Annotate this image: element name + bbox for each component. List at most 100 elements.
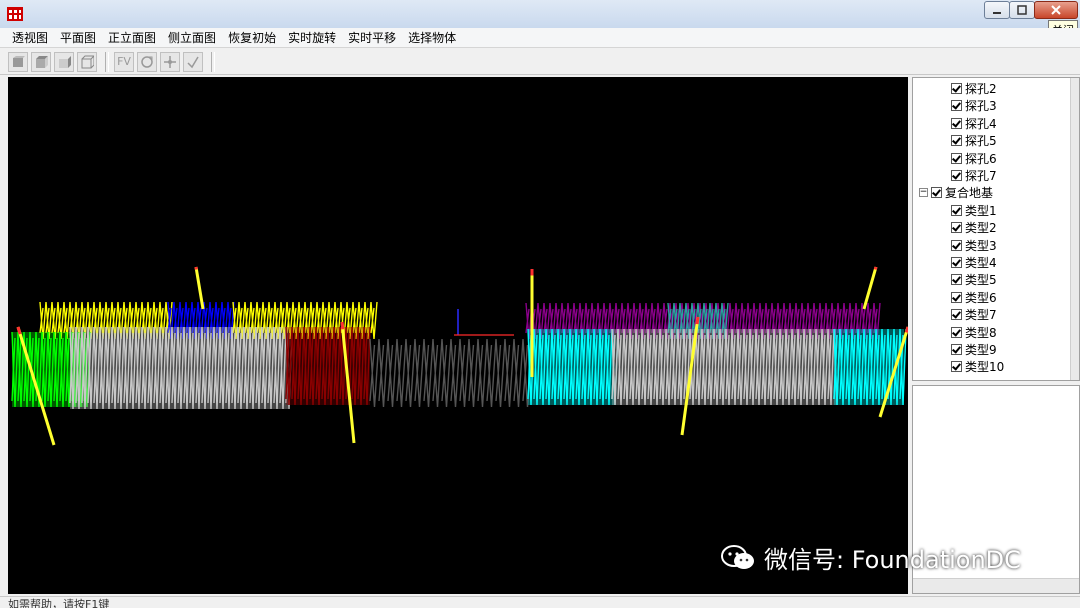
tree-item-label: 类型8	[965, 324, 997, 341]
tree-item-type[interactable]: 类型1	[951, 202, 997, 219]
checkbox[interactable]	[951, 292, 962, 303]
view-iso-button[interactable]	[77, 52, 97, 72]
checkbox[interactable]	[931, 187, 942, 198]
select-button[interactable]	[183, 52, 203, 72]
checkbox[interactable]	[951, 240, 962, 251]
tree-item-label: 类型5	[965, 271, 997, 288]
toolbar: FV	[0, 49, 1080, 75]
checkbox[interactable]	[951, 274, 962, 285]
tree-item-type[interactable]: 类型9	[951, 341, 997, 358]
tree-item-label: 探孔3	[965, 97, 997, 114]
tree-item-label: 类型6	[965, 289, 997, 306]
tree-item-type[interactable]: 类型7	[951, 306, 997, 323]
pan-button[interactable]	[160, 52, 180, 72]
borehole-pole	[864, 267, 876, 309]
rotate-icon	[140, 55, 154, 69]
tree-item-label: 类型4	[965, 254, 997, 271]
tree-item-label: 类型2	[965, 219, 997, 236]
tree-item-label: 探孔5	[965, 132, 997, 149]
tree-item-type[interactable]: 类型3	[951, 237, 997, 254]
borehole-tip	[18, 327, 20, 334]
maximize-button[interactable]	[1009, 1, 1035, 19]
pan-icon	[163, 55, 177, 69]
properties-hscrollbar[interactable]	[913, 578, 1079, 593]
menu-bar: 透视图 平面图 正立面图 侧立面图 恢复初始 实时旋转 实时平移 选择物体	[0, 28, 1080, 48]
tree-item-hole[interactable]: 探孔6	[951, 150, 997, 167]
collapse-icon[interactable]: −	[919, 188, 928, 197]
tree-item-hole[interactable]: 探孔2	[951, 80, 997, 97]
menu-plan[interactable]: 平面图	[54, 28, 102, 48]
menu-select-object[interactable]: 选择物体	[402, 28, 462, 48]
minimize-icon	[992, 6, 1002, 14]
menu-front-elevation[interactable]: 正立面图	[102, 28, 162, 48]
toolbar-separator	[105, 52, 109, 72]
restore-icon	[1017, 5, 1027, 15]
checkbox[interactable]	[951, 100, 962, 111]
tree-item-hole[interactable]: 探孔4	[951, 115, 997, 132]
checkbox[interactable]	[951, 344, 962, 355]
checkbox[interactable]	[951, 83, 962, 94]
tree-item-label: 类型1	[965, 202, 997, 219]
tree-scrollbar[interactable]	[1070, 78, 1079, 381]
checkbox[interactable]	[951, 257, 962, 268]
pile-row-dark-middle	[370, 339, 532, 407]
view-front-button[interactable]	[8, 52, 28, 72]
borehole-tip	[342, 322, 343, 329]
app-logo-icon	[6, 5, 24, 23]
status-bar: 如需帮助，请按F1键	[0, 596, 1080, 608]
title-bar: 关闭	[0, 0, 1080, 29]
menu-perspective[interactable]: 透视图	[6, 28, 54, 48]
status-text: 如需帮助，请按F1键	[8, 596, 109, 608]
checkbox[interactable]	[951, 118, 962, 129]
cube-front-icon	[11, 55, 25, 69]
close-icon	[1051, 5, 1061, 15]
tree-item-label: 类型10	[965, 358, 1004, 375]
tree-item-label: 探孔6	[965, 150, 997, 167]
wechat-icon	[720, 544, 756, 572]
minimize-button[interactable]	[984, 1, 1010, 19]
checkbox[interactable]	[951, 222, 962, 233]
tree-item-label: 类型7	[965, 306, 997, 323]
tree-item-type[interactable]: 类型2	[951, 219, 997, 236]
checkbox[interactable]	[951, 361, 962, 372]
menu-side-elevation[interactable]: 侧立面图	[162, 28, 222, 48]
close-button[interactable]	[1034, 1, 1078, 19]
menu-realtime-rotate[interactable]: 实时旋转	[282, 28, 342, 48]
menu-reset[interactable]: 恢复初始	[222, 28, 282, 48]
cube-top-icon	[34, 55, 48, 69]
3d-viewport[interactable]	[8, 77, 908, 594]
tree-item-label: 探孔7	[965, 167, 997, 184]
tree-item-type[interactable]: 类型6	[951, 289, 997, 306]
checkbox[interactable]	[951, 327, 962, 338]
select-check-icon	[186, 55, 200, 69]
tree-item-type[interactable]: 类型10	[951, 358, 1004, 375]
tree-item-type[interactable]: 类型5	[951, 271, 997, 288]
rotate-button[interactable]	[137, 52, 157, 72]
tree-item-hole[interactable]: 探孔5	[951, 132, 997, 149]
tree-item-label: 探孔4	[965, 115, 997, 132]
tree-item-hole[interactable]: 探孔7	[951, 167, 997, 184]
checkbox[interactable]	[951, 170, 962, 181]
checkbox[interactable]	[951, 205, 962, 216]
tree-item-type[interactable]: 类型8	[951, 324, 997, 341]
view-side-button[interactable]	[54, 52, 74, 72]
checkbox[interactable]	[951, 309, 962, 320]
fv-button[interactable]: FV	[114, 52, 134, 72]
tree-group-composite-foundation[interactable]: − 复合地基	[919, 184, 993, 201]
menu-realtime-pan[interactable]: 实时平移	[342, 28, 402, 48]
borehole-pole	[196, 267, 203, 309]
checkbox[interactable]	[951, 153, 962, 164]
tree-item-label: 复合地基	[945, 184, 993, 201]
tree-item-type[interactable]: 类型4	[951, 254, 997, 271]
tree-item-hole[interactable]: 探孔3	[951, 97, 997, 114]
tree-item-label: 探孔2	[965, 80, 997, 97]
tree-item-label: 类型3	[965, 237, 997, 254]
watermark: 微信号: FoundationDC	[720, 540, 1021, 575]
borehole-tip	[906, 327, 908, 332]
checkbox[interactable]	[951, 135, 962, 146]
cube-side-icon	[57, 55, 71, 69]
toolbar-separator	[211, 52, 215, 72]
view-top-button[interactable]	[31, 52, 51, 72]
pile-scene	[8, 77, 908, 594]
tree-item-label: 类型9	[965, 341, 997, 358]
